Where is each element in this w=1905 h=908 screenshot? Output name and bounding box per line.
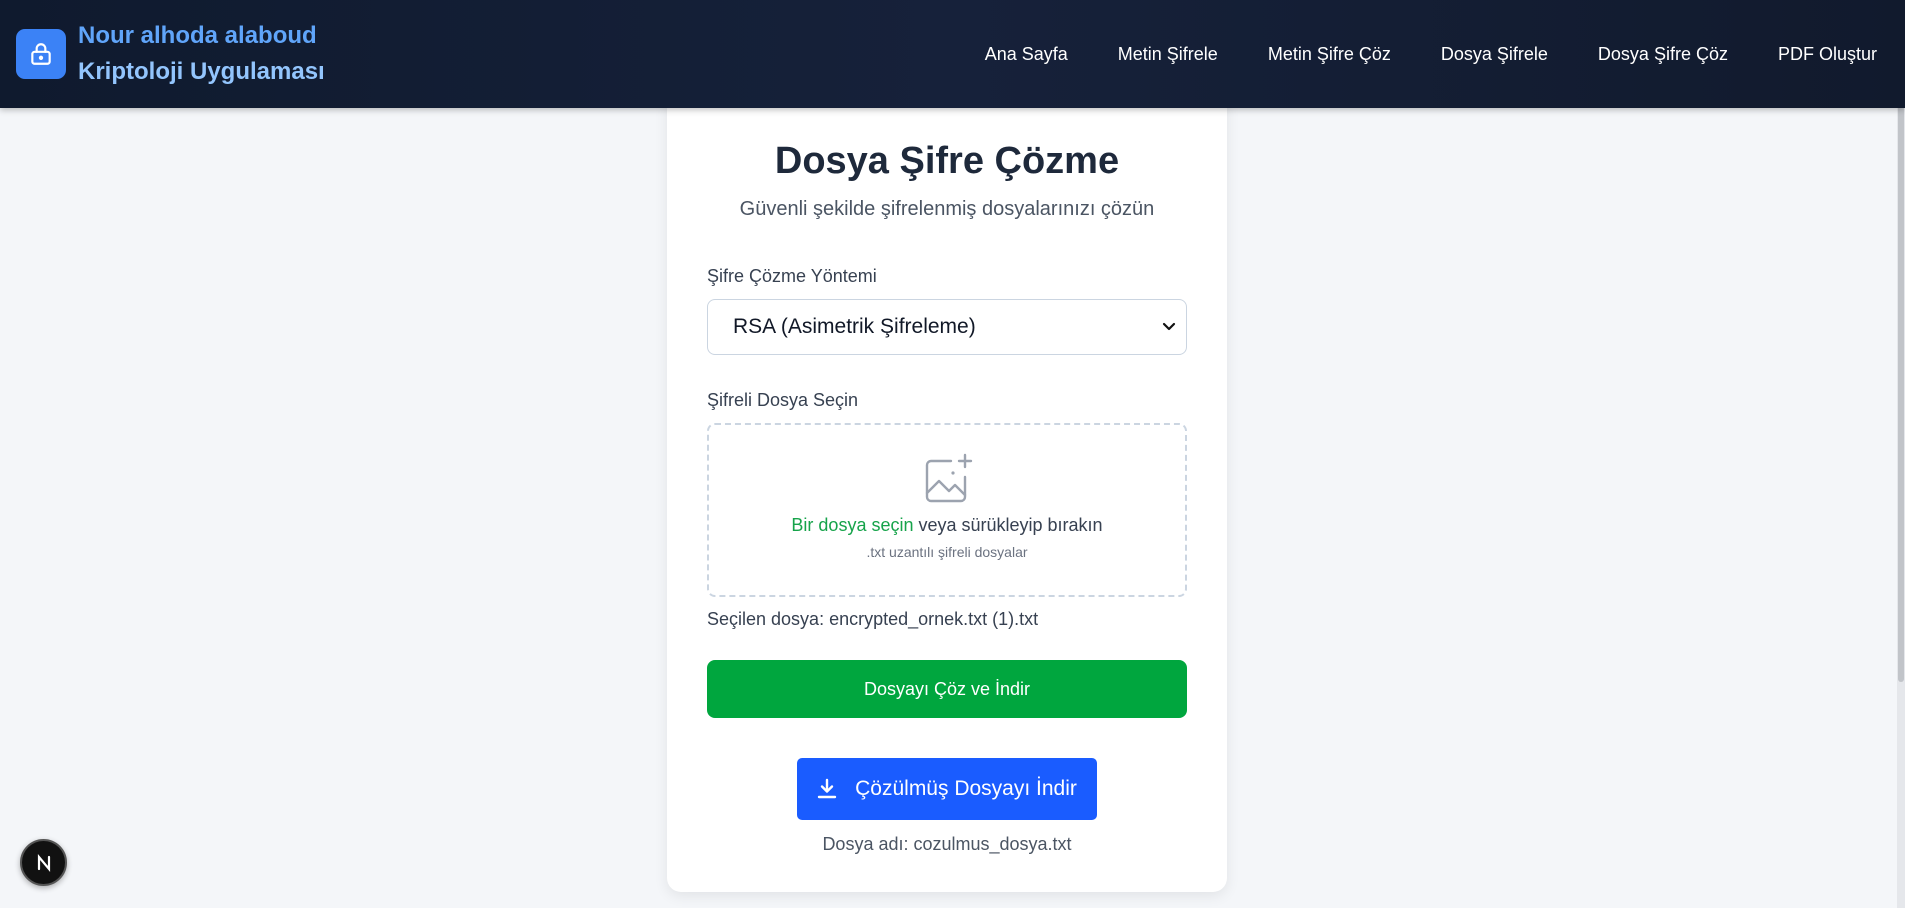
page-subtitle: Güvenli şekilde şifrelenmiş dosyalarınız… (739, 198, 1155, 220)
output-file-prefix: Dosya adı: (822, 834, 914, 854)
choose-file-link[interactable]: Bir dosya seçin (791, 515, 913, 535)
selected-file-info: Seçilen dosya: encrypted_ornek.txt (1).t… (707, 609, 1187, 630)
image-plus-icon (925, 453, 973, 503)
decrypt-download-button[interactable]: Dosyayı Çöz ve İndir (707, 660, 1187, 718)
method-select[interactable]: RSA (Asimetrik Şifreleme) (707, 299, 1187, 355)
output-file-name: Dosya adı: cozulmus_dosya.txt (707, 834, 1187, 855)
method-label: Şifre Çözme Yöntemi (707, 266, 877, 286)
download-decrypted-button[interactable]: Çözülmüş Dosyayı İndir (797, 758, 1097, 820)
brand-subtitle: Kriptoloji Uygulaması (78, 58, 325, 85)
scrollbar-thumb[interactable] (1898, 82, 1904, 682)
decrypt-file-card: Dosya Şifre Çözme Güvenli şekilde şifrel… (667, 92, 1227, 892)
nav-encrypt-text[interactable]: Metin Şifrele (1118, 44, 1218, 65)
n-logo-icon (37, 853, 50, 872)
file-label: Şifreli Dosya Seçin (707, 390, 859, 410)
brand[interactable]: Nour alhoda alaboud Kriptoloji Uygulamas… (16, 18, 325, 90)
selected-file-name: encrypted_ornek.txt (1).txt (829, 609, 1039, 629)
drag-drop-text: veya sürükleyip bırakın (913, 515, 1103, 535)
next-dev-badge[interactable]: N (20, 839, 67, 886)
main-nav: Ana Sayfa Metin Şifrele Metin Şifre Çöz … (985, 44, 1877, 65)
download-button-label: Çözülmüş Dosyayı İndir (855, 777, 1077, 800)
dropzone-text: Bir dosya seçin veya sürükleyip bırakın (791, 515, 1102, 536)
file-dropzone[interactable]: Bir dosya seçin veya sürükleyip bırakın … (707, 423, 1187, 597)
nav-create-pdf[interactable]: PDF Oluştur (1778, 44, 1877, 65)
nav-home[interactable]: Ana Sayfa (985, 44, 1068, 65)
method-select-value: RSA (Asimetrik Şifreleme) (733, 315, 976, 338)
brand-name: Nour alhoda alaboud (78, 22, 317, 49)
file-type-hint: .txt uzantılı şifreli dosyalar (866, 544, 1028, 560)
selected-file-prefix: Seçilen dosya: (707, 609, 830, 629)
output-file-value: cozulmus_dosya.txt (913, 834, 1072, 854)
top-navbar: Nour alhoda alaboud Kriptoloji Uygulamas… (0, 0, 1905, 108)
chevron-down-icon (1162, 322, 1176, 331)
lock-icon (16, 29, 66, 79)
nav-decrypt-file[interactable]: Dosya Şifre Çöz (1598, 44, 1728, 65)
nav-decrypt-text[interactable]: Metin Şifre Çöz (1268, 44, 1391, 65)
download-icon (817, 778, 837, 799)
nav-encrypt-file[interactable]: Dosya Şifrele (1441, 44, 1548, 65)
page-title: Dosya Şifre Çözme (774, 140, 1120, 182)
